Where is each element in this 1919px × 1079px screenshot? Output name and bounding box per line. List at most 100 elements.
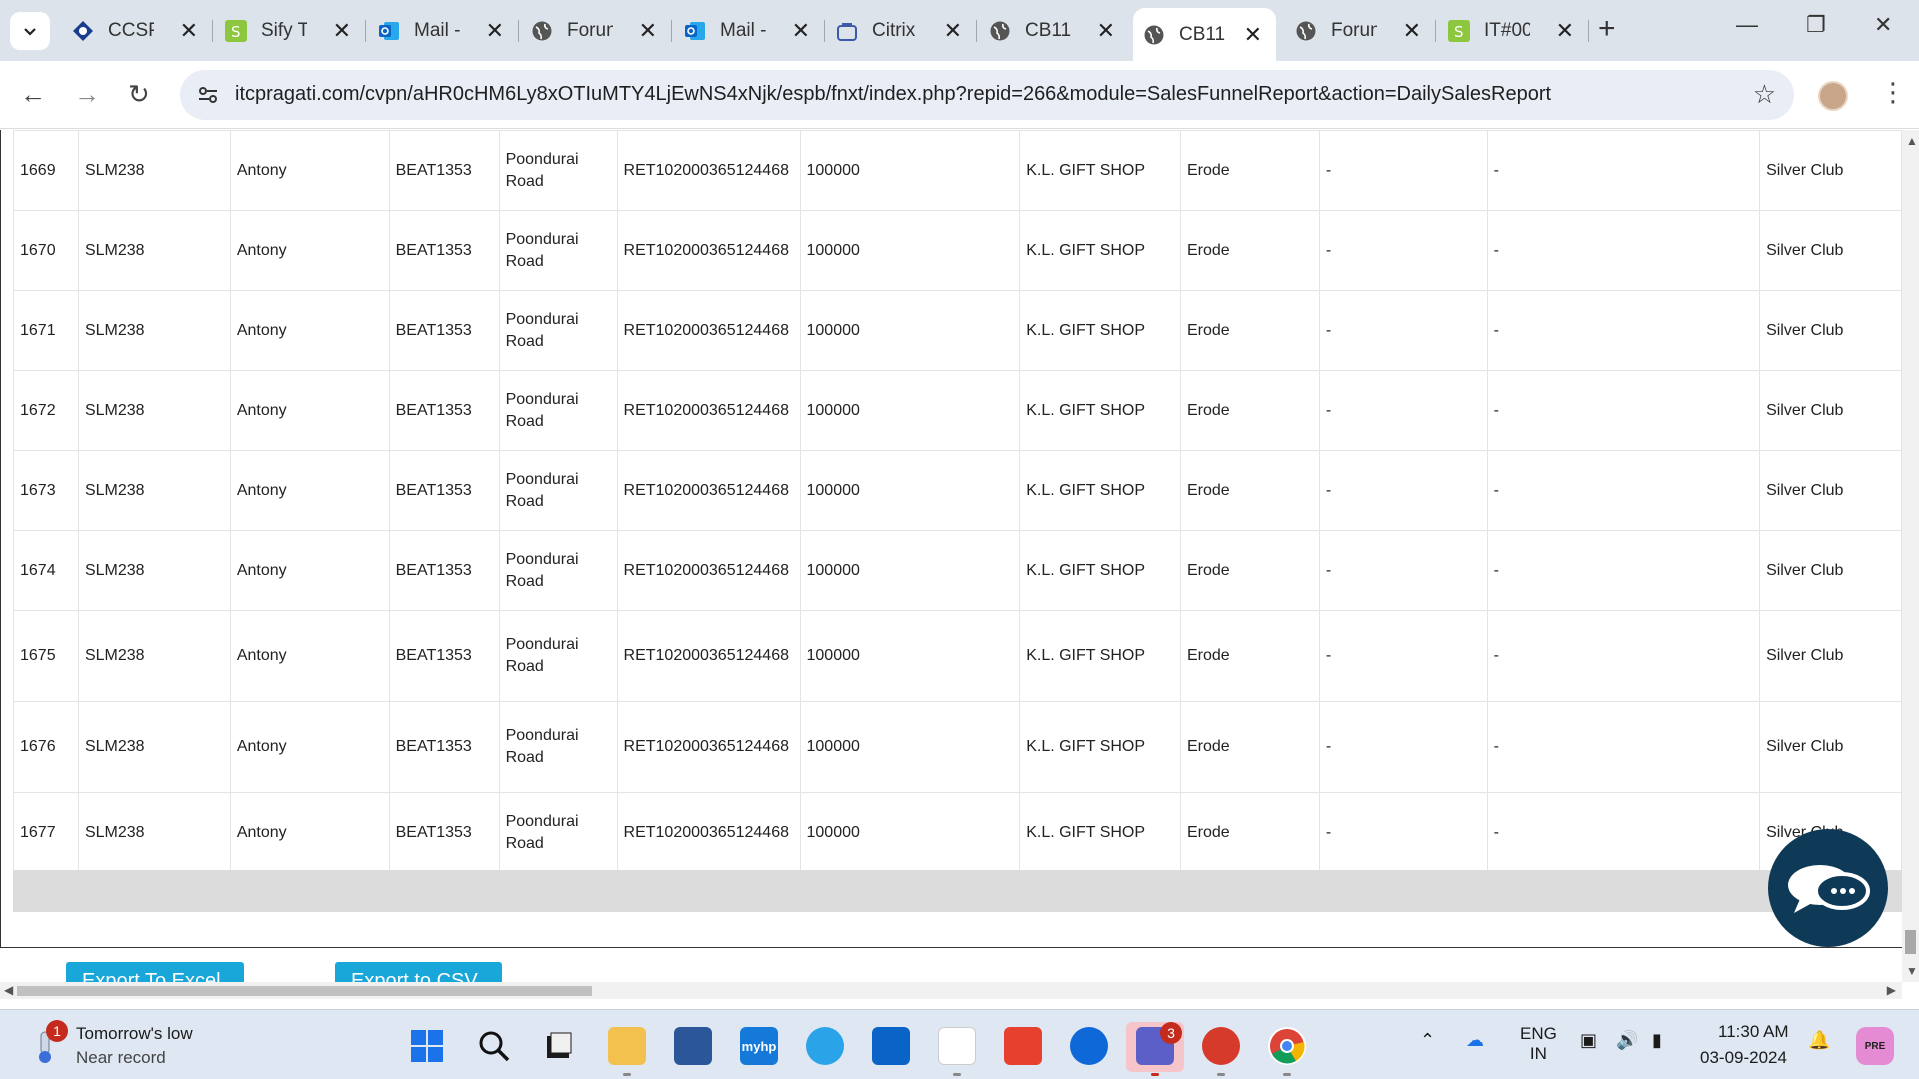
tab-close-icon[interactable]: ✕ — [333, 18, 351, 44]
route-line-2: Road — [505, 412, 544, 430]
cell-c1: - — [1318, 701, 1488, 793]
tab-close-icon[interactable]: ✕ — [1097, 18, 1115, 44]
scroll-right-arrow-icon[interactable]: ▶ — [1887, 983, 1896, 997]
tab-close-icon[interactable]: ✕ — [1556, 18, 1574, 44]
address-bar[interactable]: itcpragati.com/cvpn/aHR0cHM6Ly8xOTIuMTY4… — [180, 70, 1794, 120]
route-line-2: Road — [505, 492, 544, 510]
snipping-tool-icon[interactable] — [938, 1027, 976, 1065]
windows-start-icon[interactable] — [408, 1027, 446, 1065]
browser-tab[interactable]: Forun ✕ — [521, 10, 672, 52]
tab-close-icon[interactable]: ✕ — [1403, 18, 1421, 44]
clock-date[interactable]: 03-09-2024 — [1700, 1048, 1787, 1068]
cell-c2: - — [1486, 530, 1761, 611]
export-csv-button[interactable]: Export to CSV — [335, 962, 502, 982]
route-line-2: Road — [505, 572, 544, 590]
export-excel-button[interactable]: Export To Excel — [66, 962, 244, 982]
browser-tab[interactable]: Forun ✕ — [1285, 10, 1436, 52]
tab-separator — [976, 20, 977, 42]
vertical-scrollbar[interactable]: ▲ ▼ — [1902, 130, 1919, 982]
cell-club: Silver Club — [1759, 610, 1902, 702]
anydesk-icon[interactable] — [1004, 1027, 1042, 1065]
table-row: 1675 SLM238 Antony BEAT1353 Poondurai Road RET… — [13, 610, 1902, 702]
get-help-icon[interactable] — [806, 1027, 844, 1065]
copilot-icon[interactable]: PRE — [1856, 1027, 1894, 1065]
teamviewer-icon[interactable] — [1070, 1027, 1108, 1065]
volume-icon[interactable]: 🔊 — [1616, 1030, 1638, 1051]
cell-club: Silver Club — [1759, 130, 1902, 211]
close-window-button[interactable]: ✕ — [1874, 12, 1892, 38]
horizontal-scroll-thumb[interactable] — [17, 986, 592, 996]
forward-button[interactable]: → — [74, 79, 100, 110]
cell-shop: K.L. GIFT SHOP — [1019, 450, 1181, 531]
tab-close-icon[interactable]: ✕ — [792, 18, 810, 44]
running-indicator — [623, 1073, 631, 1076]
minimize-button[interactable]: — — [1736, 12, 1758, 38]
onedrive-cloud-icon[interactable]: ☁ — [1466, 1030, 1484, 1051]
horizontal-scrollbar[interactable]: ◀ ▶ — [0, 982, 1902, 999]
cell-no: 1672 — [13, 370, 79, 451]
file-explorer-icon[interactable] — [608, 1027, 646, 1065]
tab-search-button[interactable] — [10, 12, 50, 50]
route-line-2: Road — [505, 749, 544, 766]
browser-tab[interactable]: CCSP ✕ — [62, 10, 213, 52]
task-view-icon[interactable] — [540, 1027, 578, 1065]
new-tab-button[interactable]: + — [1598, 12, 1616, 46]
cell-route: Poondurai Road — [498, 450, 618, 531]
tab-close-icon[interactable]: ✕ — [639, 18, 657, 44]
tab-separator — [1588, 20, 1589, 42]
cell-c1: - — [1318, 130, 1488, 211]
scroll-up-arrow-icon[interactable]: ▲ — [1906, 134, 1918, 148]
browser-tab[interactable]: S Sify Ta ✕ — [215, 10, 366, 52]
browser-tab[interactable]: S IT#00 ✕ — [1438, 10, 1589, 52]
bookmark-star-icon[interactable]: ☆ — [1753, 79, 1776, 110]
browser-tab[interactable]: Mail - ✕ — [368, 10, 519, 52]
network-icon[interactable]: ▣ — [1580, 1030, 1597, 1051]
browser-tab[interactable]: CB112 ✕ — [979, 10, 1129, 52]
browser-tab[interactable]: Mail - ✕ — [674, 10, 825, 52]
tab-close-icon[interactable]: ✕ — [486, 18, 504, 44]
vertical-scroll-thumb[interactable] — [1905, 930, 1916, 954]
show-hidden-icons-chevron-up-icon[interactable]: ⌃ — [1420, 1030, 1435, 1051]
menu-dots-icon[interactable]: ⋮ — [1880, 77, 1906, 108]
table-row: 1676 SLM238 Antony BEAT1353 Poondurai Road RET… — [13, 701, 1902, 793]
tab-close-icon[interactable]: ✕ — [1244, 22, 1262, 48]
wps-office-icon[interactable] — [1202, 1027, 1240, 1065]
cell-shop: K.L. GIFT SHOP — [1019, 701, 1181, 793]
url-text[interactable]: itcpragati.com/cvpn/aHR0cHM6Ly8xOTIuMTY4… — [235, 83, 1551, 106]
language-region: IN — [1529, 1044, 1547, 1063]
cell-beat: BEAT1353 — [388, 370, 500, 451]
globe-icon — [531, 20, 553, 42]
cell-name: Antony — [229, 210, 390, 291]
scroll-down-arrow-icon[interactable]: ▼ — [1906, 964, 1918, 978]
cell-slm: SLM238 — [77, 210, 231, 291]
outlook-icon[interactable] — [872, 1027, 910, 1065]
browser-tab[interactable]: Citrix ✕ — [826, 10, 977, 52]
tab-close-icon[interactable]: ✕ — [944, 18, 962, 44]
clock-time[interactable]: 11:30 AM — [1718, 1022, 1789, 1042]
profile-avatar[interactable] — [1818, 81, 1848, 111]
cell-ret: RET102000365124468 — [616, 210, 801, 291]
cell-c1: - — [1318, 792, 1488, 873]
cell-club: Silver Club — [1759, 290, 1902, 371]
page-content: 1669 SLM238 Antony BEAT1353 Poondurai Road RET… — [0, 130, 1902, 982]
search-icon[interactable] — [475, 1027, 513, 1065]
battery-icon[interactable]: ▮ — [1652, 1030, 1662, 1051]
back-button[interactable]: ← — [20, 79, 46, 110]
route-line-2: Road — [505, 834, 544, 852]
cell-ret: RET102000365124468 — [616, 792, 801, 873]
tab-close-icon[interactable]: ✕ — [180, 18, 198, 44]
reload-button[interactable]: ↻ — [128, 79, 150, 110]
microsoft-store-icon[interactable] — [674, 1027, 712, 1065]
scroll-left-arrow-icon[interactable]: ◀ — [4, 983, 13, 997]
browser-tab[interactable]: CB112 ✕ — [1133, 8, 1276, 61]
cell-route: Poondurai Road — [498, 530, 618, 611]
restore-button[interactable]: ❐ — [1806, 12, 1826, 38]
cell-route: Poondurai Road — [498, 210, 618, 291]
cell-beat: BEAT1353 — [388, 530, 500, 611]
language-indicator[interactable]: ENG IN — [1520, 1024, 1557, 1064]
myhp-icon[interactable]: myhp — [740, 1027, 778, 1065]
chrome-icon[interactable] — [1268, 1027, 1306, 1065]
site-info-icon[interactable] — [192, 79, 224, 111]
notification-bell-icon[interactable]: 🔔 — [1808, 1030, 1830, 1051]
chat-widget-button[interactable] — [1768, 829, 1888, 947]
